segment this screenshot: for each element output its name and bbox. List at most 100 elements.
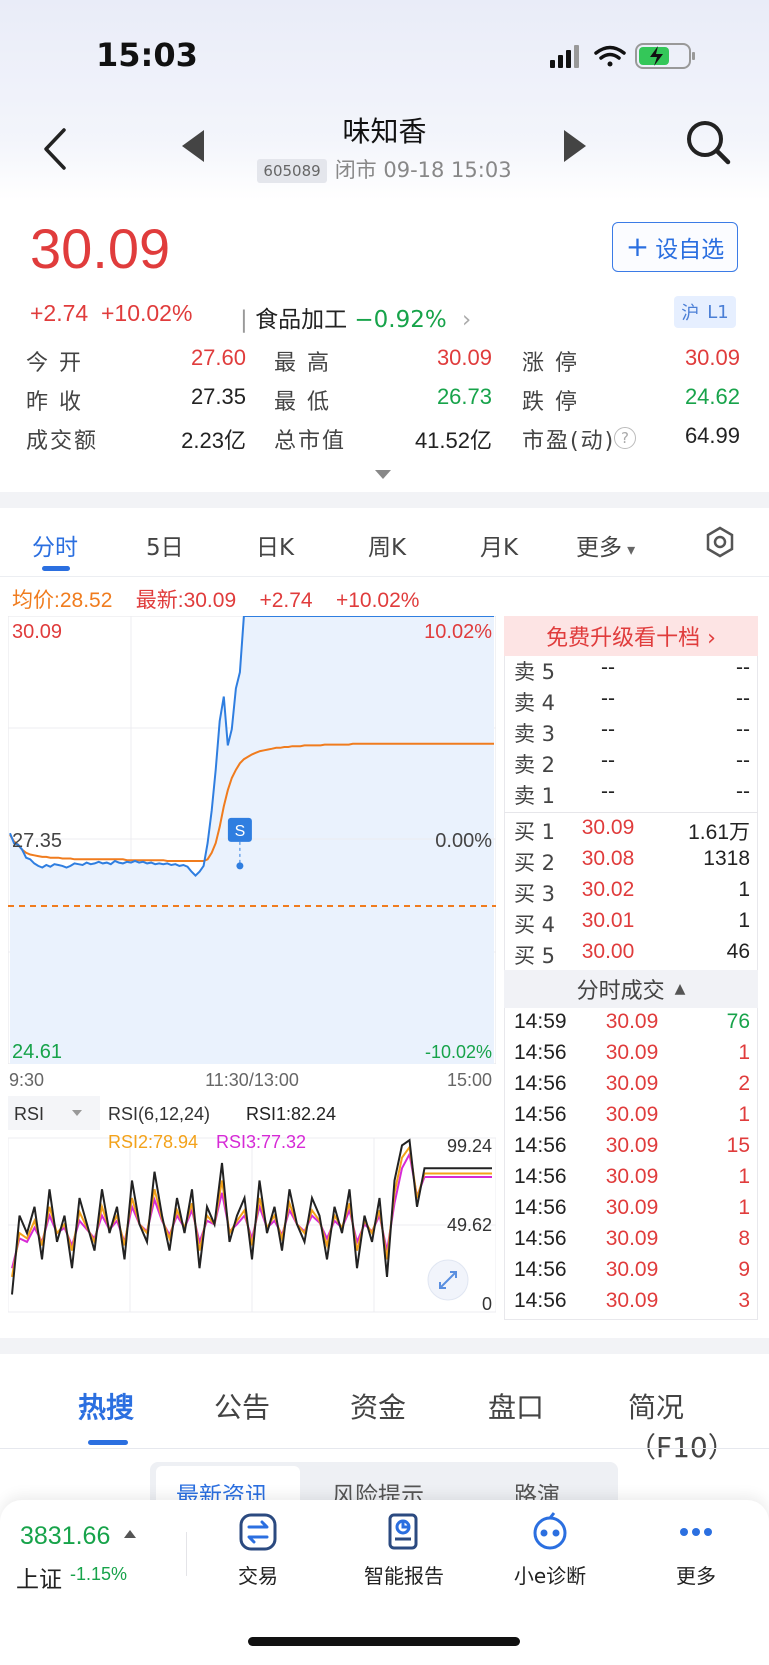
chart-tab-3[interactable]: 周K <box>368 528 406 562</box>
rsi-y-mid: 49.62 <box>447 1215 492 1235</box>
trade-label: 交易 <box>238 1564 278 1588</box>
rsi-chart[interactable]: RSI RSI(6,12,24) RSI1:82.24 RSI2:78.94 RSI3:… <box>8 1094 496 1320</box>
tick-row: 14:56 30.09 15 <box>508 1134 754 1165</box>
stock-subtitle: 605089 闭市 09-18 15:03 <box>0 154 769 184</box>
chart-tab-label: 日K <box>256 535 295 561</box>
tick-price: 30.09 <box>605 1134 659 1157</box>
buys-price: 30.08 <box>581 847 635 870</box>
tick-row: 14:59 30.09 76 <box>508 1010 754 1041</box>
chart-tab-4[interactable]: 月K <box>480 528 518 562</box>
buys-row[interactable]: 买 4 30.01 1 <box>508 909 754 940</box>
marker-label: S <box>235 823 246 840</box>
news-tab-2[interactable]: 资金 <box>350 1386 406 1426</box>
chart-tab-0[interactable]: 分时 <box>32 528 78 562</box>
x-axis-label: 11:30/13:00 <box>205 1070 299 1090</box>
more-button[interactable]: 更多 <box>636 1512 756 1589</box>
index-value[interactable]: 3831.66 <box>20 1522 110 1551</box>
stat-value: 41.52亿 <box>414 428 492 453</box>
intraday-chart[interactable]: S 30.09 27.35 24.61 10.02% 0.00% -10.02% <box>8 616 496 1064</box>
tick-time: 14:56 <box>514 1072 567 1095</box>
rsi-selector-label: RSI <box>14 1104 44 1124</box>
buys-label: 买 2 <box>514 851 556 875</box>
tick-price: 30.09 <box>605 1258 659 1281</box>
sells-price: -- <box>601 687 615 710</box>
buys-row[interactable]: 买 3 30.02 1 <box>508 878 754 909</box>
more-label: 更多 <box>676 1564 716 1588</box>
news-tab-1[interactable]: 公告 <box>214 1386 270 1426</box>
tick-time: 14:56 <box>514 1165 567 1188</box>
tick-row: 14:56 30.09 1 <box>508 1165 754 1196</box>
rsi1-label: RSI1:82.24 <box>246 1104 336 1124</box>
stats-row: 成交额 2.23亿 总市值 41.52亿 市盈(动)? 64.99 <box>0 423 769 459</box>
chart-tab-5[interactable]: 更多 ▾ <box>576 528 635 562</box>
add-watchlist-button[interactable]: + 设自选 <box>612 222 738 272</box>
buys-price: 30.09 <box>581 816 635 839</box>
tick-volume: 2 <box>738 1072 750 1095</box>
ticks-header[interactable]: 分时成交 ▲ <box>504 970 758 1008</box>
index-change: -1.15% <box>70 1564 128 1584</box>
stat-label: 总市值 <box>274 429 347 454</box>
buys-price: 30.00 <box>581 940 635 963</box>
sells-volume: -- <box>736 718 750 741</box>
sells-row[interactable]: 卖 5 -- -- <box>508 656 754 687</box>
chart-tab-2[interactable]: 日K <box>256 528 294 562</box>
tick-time: 14:59 <box>514 1010 567 1033</box>
y-left-top: 30.09 <box>12 621 62 643</box>
sells-row[interactable]: 卖 2 -- -- <box>508 749 754 780</box>
sells-row[interactable]: 卖 4 -- -- <box>508 687 754 718</box>
news-tab-indicator <box>88 1440 128 1445</box>
sells-price: -- <box>601 718 615 741</box>
diagnosis-label: 小e诊断 <box>513 1564 587 1588</box>
chart-legend: 均价:28.52 最新:30.09 +2.74 +10.02% <box>12 584 419 614</box>
buys-volume: 1 <box>738 909 750 932</box>
chart-tab-label: 更多 <box>576 535 622 561</box>
sells-price: -- <box>601 749 615 772</box>
tick-row: 14:56 30.09 1 <box>508 1041 754 1072</box>
rsi-y-bottom: 0 <box>482 1294 492 1314</box>
upgrade-level10-button[interactable]: 免费升级看十档 › <box>504 616 758 656</box>
y-right-mid: 0.00% <box>435 830 492 852</box>
news-tab-4[interactable]: 简况（F10） <box>628 1386 769 1466</box>
tick-price: 30.09 <box>605 1072 659 1095</box>
buys-row[interactable]: 买 5 30.00 46 <box>508 940 754 971</box>
buys-label: 买 3 <box>514 882 556 906</box>
buys-row[interactable]: 买 2 30.08 1318 <box>508 847 754 878</box>
caret-up-icon: ▲ <box>674 981 686 997</box>
stat-label: 跌 停 <box>522 390 579 415</box>
stat-value: 30.09 <box>436 345 492 370</box>
news-tab-0[interactable]: 热搜 <box>78 1386 134 1426</box>
tick-volume: 1 <box>738 1196 750 1219</box>
stats-row: 昨 收 27.35 最 低 26.73 跌 停 24.62 <box>0 384 769 420</box>
sells-row[interactable]: 卖 3 -- -- <box>508 718 754 749</box>
buys-label: 买 5 <box>514 944 556 968</box>
stat-value: 2.23亿 <box>181 428 246 453</box>
tick-price: 30.09 <box>605 1010 659 1033</box>
stock-code: 605089 <box>257 159 327 183</box>
tick-row: 14:56 30.09 8 <box>508 1227 754 1258</box>
diagnosis-button[interactable]: 小e诊断 <box>490 1512 610 1589</box>
sells-row[interactable]: 卖 1 -- -- <box>508 780 754 811</box>
tick-time: 14:56 <box>514 1258 567 1281</box>
buys-row[interactable]: 买 1 30.09 1.61万 <box>508 816 754 847</box>
chart-tab-1[interactable]: 5日 <box>146 528 184 562</box>
trade-button[interactable]: 交易 <box>198 1512 318 1589</box>
settings-hex-icon[interactable] <box>704 526 736 558</box>
wifi-icon <box>594 45 626 67</box>
tick-row: 14:56 30.09 3 <box>508 1289 754 1320</box>
chart-tab-label: 周K <box>368 535 407 561</box>
market-level-badge[interactable]: 沪 L1 <box>674 296 736 328</box>
news-tab-3[interactable]: 盘口 <box>488 1386 544 1426</box>
index-expand-icon[interactable] <box>124 1530 136 1538</box>
industry-link[interactable]: | 食品加工 −0.92% › <box>240 300 471 334</box>
y-left-mid: 27.35 <box>12 830 62 852</box>
stats-row: 今 开 27.60 最 高 30.09 涨 停 30.09 <box>0 345 769 381</box>
buys-volume: 46 <box>726 940 750 963</box>
sells-label: 卖 2 <box>514 753 556 777</box>
smart-report-button[interactable]: 智能报告 <box>344 1512 464 1589</box>
more-dots-icon <box>680 1528 712 1536</box>
expand-stats-icon[interactable] <box>375 470 391 479</box>
y-right-bottom: -10.02% <box>425 1042 492 1062</box>
legend-latest: 最新:30.09 <box>135 589 237 612</box>
tick-volume: 76 <box>726 1010 750 1033</box>
sells-label: 卖 3 <box>514 722 556 746</box>
